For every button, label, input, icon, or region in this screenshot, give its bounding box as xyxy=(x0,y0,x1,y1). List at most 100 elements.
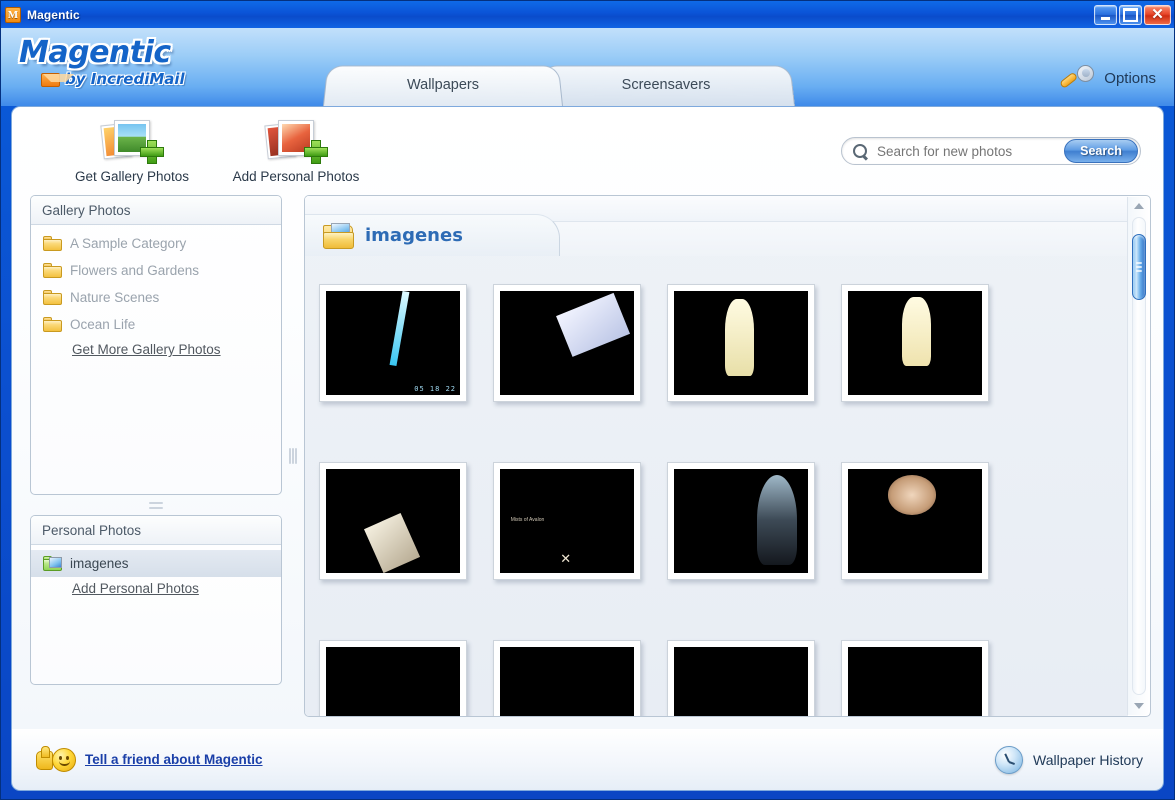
plus-icon xyxy=(140,140,164,164)
thumbnail-surfer-stretching-photo[interactable] xyxy=(841,284,989,402)
logo-wordmark: Magentic xyxy=(19,35,171,70)
thumbnail-dark-silhouette-photo[interactable]: Mists of Avalon ✕ xyxy=(493,462,641,580)
brand-logo: Magentic by IncrediMail xyxy=(19,38,185,87)
application-window: M Magentic ✕ Magentic by IncrediMail Wal… xyxy=(0,0,1175,800)
scroll-up-button[interactable] xyxy=(1128,197,1149,215)
minimize-button[interactable] xyxy=(1094,4,1117,25)
title-bar: M Magentic ✕ xyxy=(1,1,1174,28)
thumbnail-image xyxy=(500,291,634,395)
folder-green-icon xyxy=(43,556,62,571)
gallery-photos-icon xyxy=(100,118,164,164)
add-personal-photos-button[interactable]: Add Personal Photos xyxy=(222,118,370,184)
get-more-gallery-photos-link[interactable]: Get More Gallery Photos xyxy=(31,342,281,357)
toolbar: Get Gallery Photos Add Personal Photos S… xyxy=(12,107,1163,195)
thumbnail-grid: 05 18 22 Mists of Avalon ✕ xyxy=(305,256,1128,716)
sidebar-item-ocean-life[interactable]: Ocean Life xyxy=(31,311,281,338)
thumbnail-alien-figure-photo[interactable] xyxy=(667,462,815,580)
sidebar-item-label: Flowers and Gardens xyxy=(70,263,200,278)
thumbs-up-smiley-icon xyxy=(36,745,76,773)
get-gallery-photos-button[interactable]: Get Gallery Photos xyxy=(58,118,206,184)
search-button[interactable]: Search xyxy=(1064,139,1138,163)
folder-icon xyxy=(43,263,62,278)
header-band: Magentic by IncrediMail Wallpapers Scree… xyxy=(1,28,1174,106)
sidebar-item-flowers-and-gardens[interactable]: Flowers and Gardens xyxy=(31,257,281,284)
wallpaper-history-button[interactable]: Wallpaper History xyxy=(995,745,1143,774)
personal-photos-header: Personal Photos xyxy=(31,516,281,545)
thumbnail-wooden-interior-photo[interactable] xyxy=(319,640,467,716)
thumbnail-image xyxy=(500,647,634,716)
wrench-handle xyxy=(1059,71,1079,89)
thumbnail-frame xyxy=(493,640,641,716)
thumbnail-frame xyxy=(841,640,989,716)
content-scroll-area: imagenes 05 18 22 Mists of Avalon ✕ xyxy=(305,196,1128,716)
tab-wallpapers[interactable]: Wallpapers xyxy=(323,64,563,106)
thumbnail-space-vortex-photo[interactable]: 05 18 22 xyxy=(319,284,467,402)
sidebar-item-imagenes[interactable]: imagenes xyxy=(31,550,281,577)
thumbnail-frame: 05 18 22 xyxy=(319,284,467,402)
thumbnail-image xyxy=(674,469,808,573)
thumbnail-image xyxy=(848,291,982,395)
scroll-down-button[interactable] xyxy=(1128,697,1149,715)
scrollbar-track[interactable] xyxy=(1131,217,1146,695)
tab-wallpapers-label: Wallpapers xyxy=(407,77,479,93)
folder-icon xyxy=(43,317,62,332)
envelope-icon xyxy=(41,72,74,87)
personal-photos-icon xyxy=(264,118,328,164)
window-controls: ✕ xyxy=(1094,4,1171,25)
thumbnail-image xyxy=(848,647,982,716)
folder-icon xyxy=(43,290,62,305)
options-label: Options xyxy=(1104,69,1156,87)
search-box: Search xyxy=(841,137,1141,165)
tell-a-friend-area[interactable]: Tell a friend about Magentic xyxy=(36,745,263,773)
plus-icon xyxy=(304,140,328,164)
thumbnail-surfer-with-board-photo[interactable] xyxy=(667,284,815,402)
thumbnail-image xyxy=(674,647,808,716)
thumbnail-image xyxy=(326,647,460,716)
thumbnail-woman-sleeping-photo[interactable] xyxy=(493,284,641,402)
thumbnail-frame xyxy=(841,462,989,580)
sidebar-item-a-sample-category[interactable]: A Sample Category xyxy=(31,230,281,257)
thumbnail-sunset-beach-surfer-photo[interactable] xyxy=(319,462,467,580)
sidebar-item-label: Ocean Life xyxy=(70,317,136,332)
thumbnail-image: 05 18 22 xyxy=(326,291,460,395)
thumbnail-blue-portrait-photo[interactable] xyxy=(841,640,989,716)
logo-subtitle: by IncrediMail xyxy=(41,72,185,87)
close-button[interactable]: ✕ xyxy=(1144,4,1171,25)
thumbnail-frame xyxy=(667,462,815,580)
current-folder-header: imagenes xyxy=(305,196,1128,256)
thumbnail-night-scene-photo[interactable] xyxy=(667,640,815,716)
add-personal-photos-link[interactable]: Add Personal Photos xyxy=(31,581,281,596)
chevron-up-icon xyxy=(1133,203,1144,209)
options-button[interactable]: Options xyxy=(1059,63,1156,93)
thumbnail-green-foliage-photo[interactable] xyxy=(493,640,641,716)
sidebar-item-label: imagenes xyxy=(70,556,129,571)
thumbnail-image: Mists of Avalon ✕ xyxy=(500,469,634,573)
tell-a-friend-link[interactable]: Tell a friend about Magentic xyxy=(85,752,263,767)
smiley-face-icon xyxy=(52,747,76,772)
splitter-grip-icon xyxy=(289,448,297,464)
tab-screensavers-label: Screensavers xyxy=(621,77,711,93)
thumbnail-frame xyxy=(319,462,467,580)
thumbnail-frame xyxy=(667,284,815,402)
folder-icon xyxy=(43,236,62,251)
open-folder-photo-icon xyxy=(323,222,355,249)
scrollbar-thumb[interactable] xyxy=(1131,234,1146,300)
panel-body: Gallery Photos A Sample Category Flowers… xyxy=(12,195,1163,729)
sidebar: Gallery Photos A Sample Category Flowers… xyxy=(30,195,282,717)
splitter-grip-icon xyxy=(149,501,163,509)
thumbnail-frame: Mists of Avalon ✕ xyxy=(493,462,641,580)
search-input[interactable] xyxy=(868,143,1064,159)
vertical-scrollbar[interactable] xyxy=(1127,197,1149,715)
main-tabs: Wallpapers Screensavers xyxy=(323,64,795,106)
current-folder-name: imagenes xyxy=(365,225,463,246)
sidebar-splitter[interactable] xyxy=(30,495,282,515)
sidebar-item-nature-scenes[interactable]: Nature Scenes xyxy=(31,284,281,311)
current-folder-tab[interactable]: imagenes xyxy=(305,214,560,256)
thumbnail-woman-green-dress-photo[interactable] xyxy=(841,462,989,580)
maximize-button[interactable] xyxy=(1119,4,1142,25)
sidebar-item-label: Nature Scenes xyxy=(70,290,160,305)
tab-screensavers[interactable]: Screensavers xyxy=(537,64,795,106)
vertical-splitter[interactable] xyxy=(282,195,304,717)
main-panel: Get Gallery Photos Add Personal Photos S… xyxy=(11,106,1164,729)
wrench-head xyxy=(1077,65,1095,82)
